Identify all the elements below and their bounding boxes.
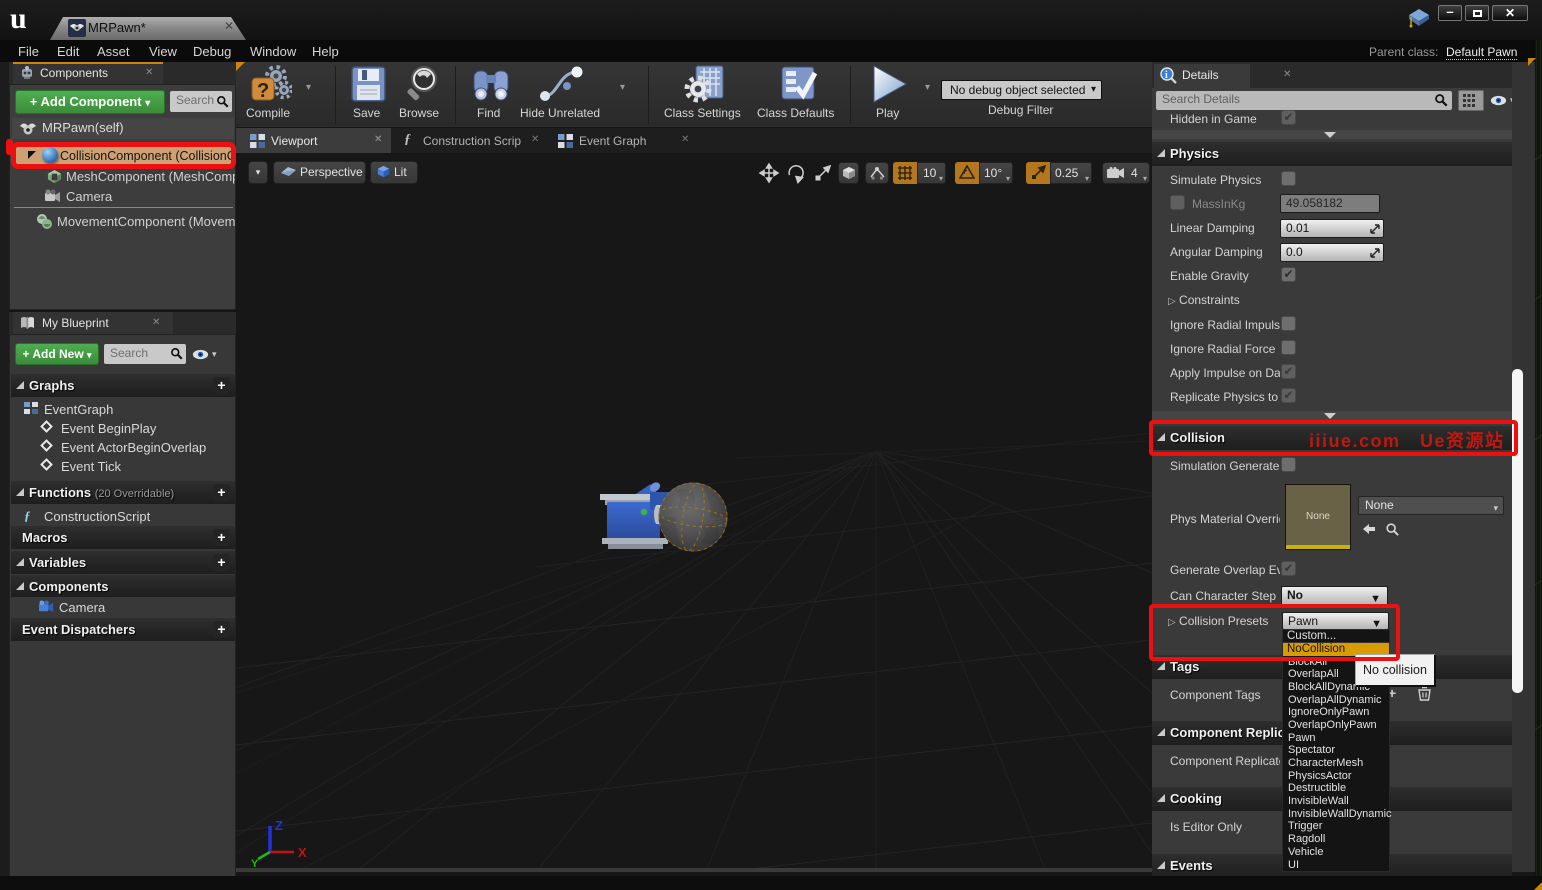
svg-text:?: ? (257, 80, 269, 102)
svg-text:i: i (1165, 70, 1168, 81)
svg-text:Y: Y (251, 858, 259, 868)
svg-text:X: X (298, 845, 307, 860)
svg-text:Z: Z (275, 818, 283, 833)
svg-text:u: u (10, 2, 27, 34)
